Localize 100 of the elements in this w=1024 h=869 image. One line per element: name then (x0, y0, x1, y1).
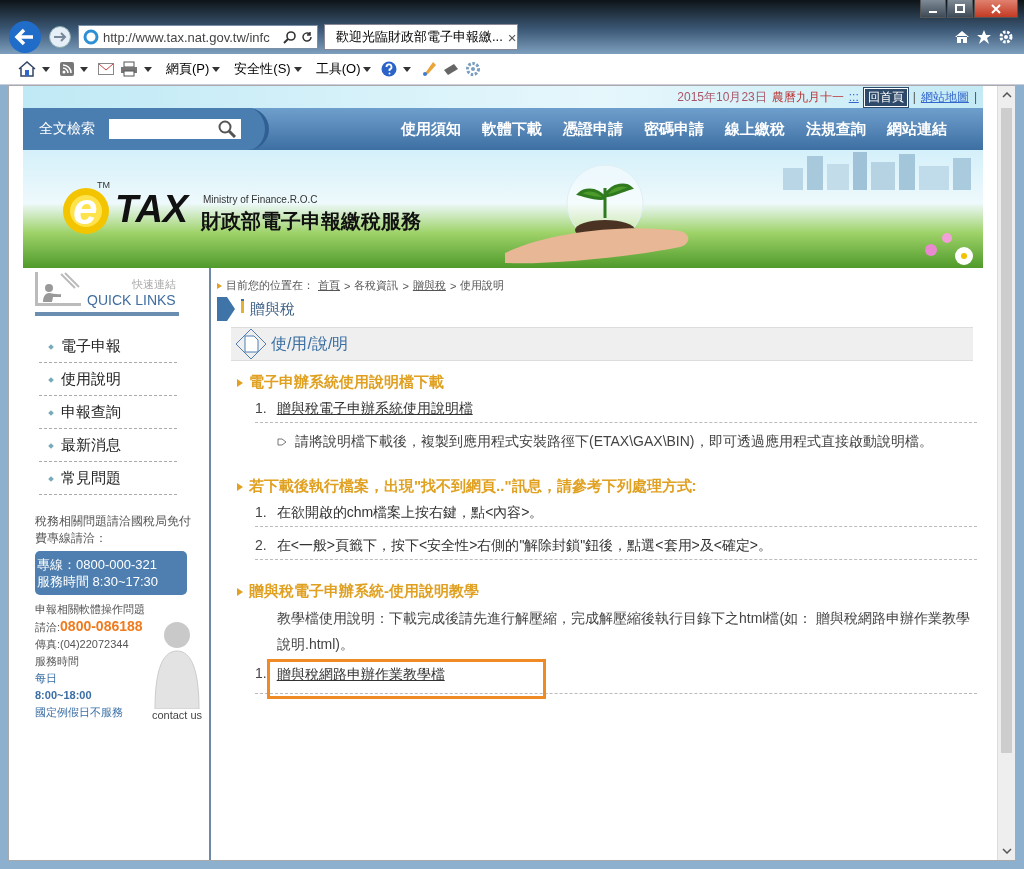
browser-page-icon (83, 29, 99, 45)
sidebar-link[interactable]: 申報查詢 (39, 396, 177, 429)
breadcrumb-link[interactable]: 首頁 (318, 278, 340, 293)
scroll-down-icon[interactable] (1001, 848, 1012, 854)
heading-text: 使/用/說/明 (271, 333, 349, 354)
scrollbar[interactable] (997, 86, 1015, 860)
scroll-up-icon[interactable] (1001, 92, 1012, 98)
divider-text: | (912, 90, 916, 104)
minimize-button[interactable] (920, 0, 946, 18)
hotline-hours: 服務時間 8:30~17:30 (37, 573, 160, 590)
plugin-icon[interactable] (443, 62, 460, 76)
nav-link[interactable]: 密碼申請 (644, 119, 704, 139)
home-button[interactable]: 回首頁 (863, 87, 908, 107)
trademark-text: TM (97, 180, 110, 190)
nav-link[interactable]: 軟體下載 (482, 119, 542, 139)
dropdown-icon[interactable] (144, 66, 152, 72)
home-icon[interactable] (954, 29, 970, 45)
holiday-note: 國定例假日不服務 (35, 705, 124, 720)
tab-title: 歡迎光臨財政部電子申報繳... (336, 28, 503, 46)
note-text: 請將說明檔下載後，複製到應用程式安裝路徑下(ETAX\GAX\BIN)，即可透過應用程式直接啟動說明檔。 (295, 433, 933, 451)
maximize-button[interactable] (947, 0, 973, 18)
tax-hotline-note: 稅務相關問題請洽國稅局免付費專線請洽： (35, 513, 192, 547)
list-number: 2. (255, 537, 267, 555)
download-link[interactable]: 贈與稅電子申辦系統使用說明檔 (274, 400, 475, 418)
list-number: 1. (255, 504, 267, 522)
accessibility-link[interactable]: ::: (848, 90, 859, 104)
maximize-icon (955, 3, 965, 14)
breadcrumb-separator: > (449, 279, 457, 292)
sidebar-link[interactable]: 使用說明 (39, 363, 177, 396)
mail-icon[interactable] (98, 63, 114, 75)
search-label: 全文檢索 (39, 120, 95, 138)
nav-link[interactable]: 網站連結 (887, 119, 947, 139)
printer-icon[interactable] (120, 61, 138, 77)
service-hours-label: 服務時間 (35, 654, 80, 669)
ministry-text: Ministry of Finance.R.O.C (203, 194, 318, 205)
breadcrumb-text: 各稅資訊 (354, 278, 399, 293)
nav-link[interactable]: 使用須知 (401, 119, 461, 139)
subsection-title: 電子申辦系統使用說明檔下載 (249, 373, 444, 392)
lunar-date-text: 農曆九月十一 (771, 88, 844, 106)
support-phone: 0800-086188 (60, 618, 143, 635)
quick-links-subtitle: 快速連結 (131, 277, 176, 292)
quick-links-title: QUICK LINKS (87, 292, 176, 308)
pointer-icon (277, 437, 287, 447)
sidebar-link[interactable]: 常見問題 (39, 462, 177, 495)
software-support-note: 申報相關軟體操作問題 (35, 602, 145, 617)
sitemap-link[interactable]: 網站地圖 (920, 88, 969, 106)
sidebar-link[interactable]: 電子申報 (39, 330, 177, 363)
dropdown-icon[interactable] (80, 66, 88, 72)
home-icon[interactable] (18, 61, 36, 77)
close-button[interactable] (974, 0, 1018, 18)
list-number: 1. (255, 665, 267, 683)
refresh-icon[interactable] (301, 31, 313, 43)
logo-text: TAX (115, 188, 189, 231)
pen-icon[interactable] (421, 61, 438, 77)
subsection-title: 贈與稅電子申辦系統-使用說明教學 (249, 582, 479, 601)
contact-label: 請洽: (35, 620, 61, 635)
search-icon[interactable] (217, 120, 237, 138)
hotline-number: 專線：0800-000-321 (37, 556, 158, 573)
fax-number: 傳真:(04)22072344 (35, 637, 130, 652)
section-title: 贈與稅 (250, 299, 295, 319)
back-icon[interactable] (8, 20, 42, 54)
browser-tab[interactable]: 歡迎光臨財政部電子申報繳... × (324, 24, 518, 50)
toolbar-menu[interactable]: 安全性(S) (230, 60, 306, 78)
sun-logo-icon (61, 186, 111, 236)
divider-text: | (973, 90, 977, 104)
subsection-title: 若下載後執行檔案，出現"找不到網頁.."訊息，請參考下列處理方式: (249, 477, 697, 496)
sidebar-link[interactable]: 最新消息 (39, 429, 177, 462)
nav-link[interactable]: 線上繳稅 (725, 119, 785, 139)
service-title: 財政部電子申報繳稅服務 (201, 209, 421, 234)
address-bar[interactable]: http://www.tax.nat.gov.tw/infc (78, 25, 318, 49)
instruction-paragraph: 教學檔使用說明：下載完成後請先進行解壓縮，完成解壓縮後執行目錄下之html檔(如： 贈與稅網路申辦作業教學說明.html)。 (277, 609, 971, 654)
breadcrumb-separator: > (402, 279, 409, 292)
download-link[interactable]: 贈與稅網路申辦作業教學檔 (274, 666, 447, 682)
contact-us-text: contact us (151, 709, 203, 721)
nav-link[interactable]: 憑證申請 (563, 119, 623, 139)
star-icon[interactable] (976, 29, 992, 45)
help-icon[interactable] (381, 61, 398, 77)
forward-icon[interactable] (48, 25, 72, 49)
service-days: 每日 (35, 670, 145, 687)
list-text: 在<一般>頁籤下，按下<安全性>右側的"解除封鎖"鈕後，點選<套用>及<確定>。 (275, 537, 774, 555)
toolbar-menu[interactable]: 網頁(P) (162, 60, 225, 78)
close-icon (991, 3, 1001, 14)
document-icon (235, 328, 267, 360)
breadcrumb-link[interactable]: 贈與稅 (412, 278, 446, 293)
dropdown-icon[interactable] (403, 66, 412, 72)
nav-link[interactable]: 法規查詢 (806, 119, 866, 139)
list-text: 在欲開啟的chm檔案上按右鍵，點<內容>。 (275, 504, 545, 522)
search-icon[interactable] (283, 30, 297, 44)
arrow-marker-icon (217, 297, 235, 321)
dropdown-icon[interactable] (42, 66, 50, 72)
breadcrumb-text: 使用說明 (460, 278, 505, 293)
breadcrumb-separator: > (344, 279, 351, 292)
search-field[interactable] (109, 119, 241, 139)
date-text: 2015年10月23日 (677, 88, 767, 106)
desk-figure-icon (33, 272, 83, 308)
feed-icon[interactable] (60, 62, 74, 76)
close-tab-button[interactable]: × (507, 28, 517, 46)
logo-letter: e (73, 184, 98, 234)
service-hours: 8:00~18:00 (35, 688, 93, 703)
toolbar-menu[interactable]: 工具(O) (311, 60, 376, 78)
